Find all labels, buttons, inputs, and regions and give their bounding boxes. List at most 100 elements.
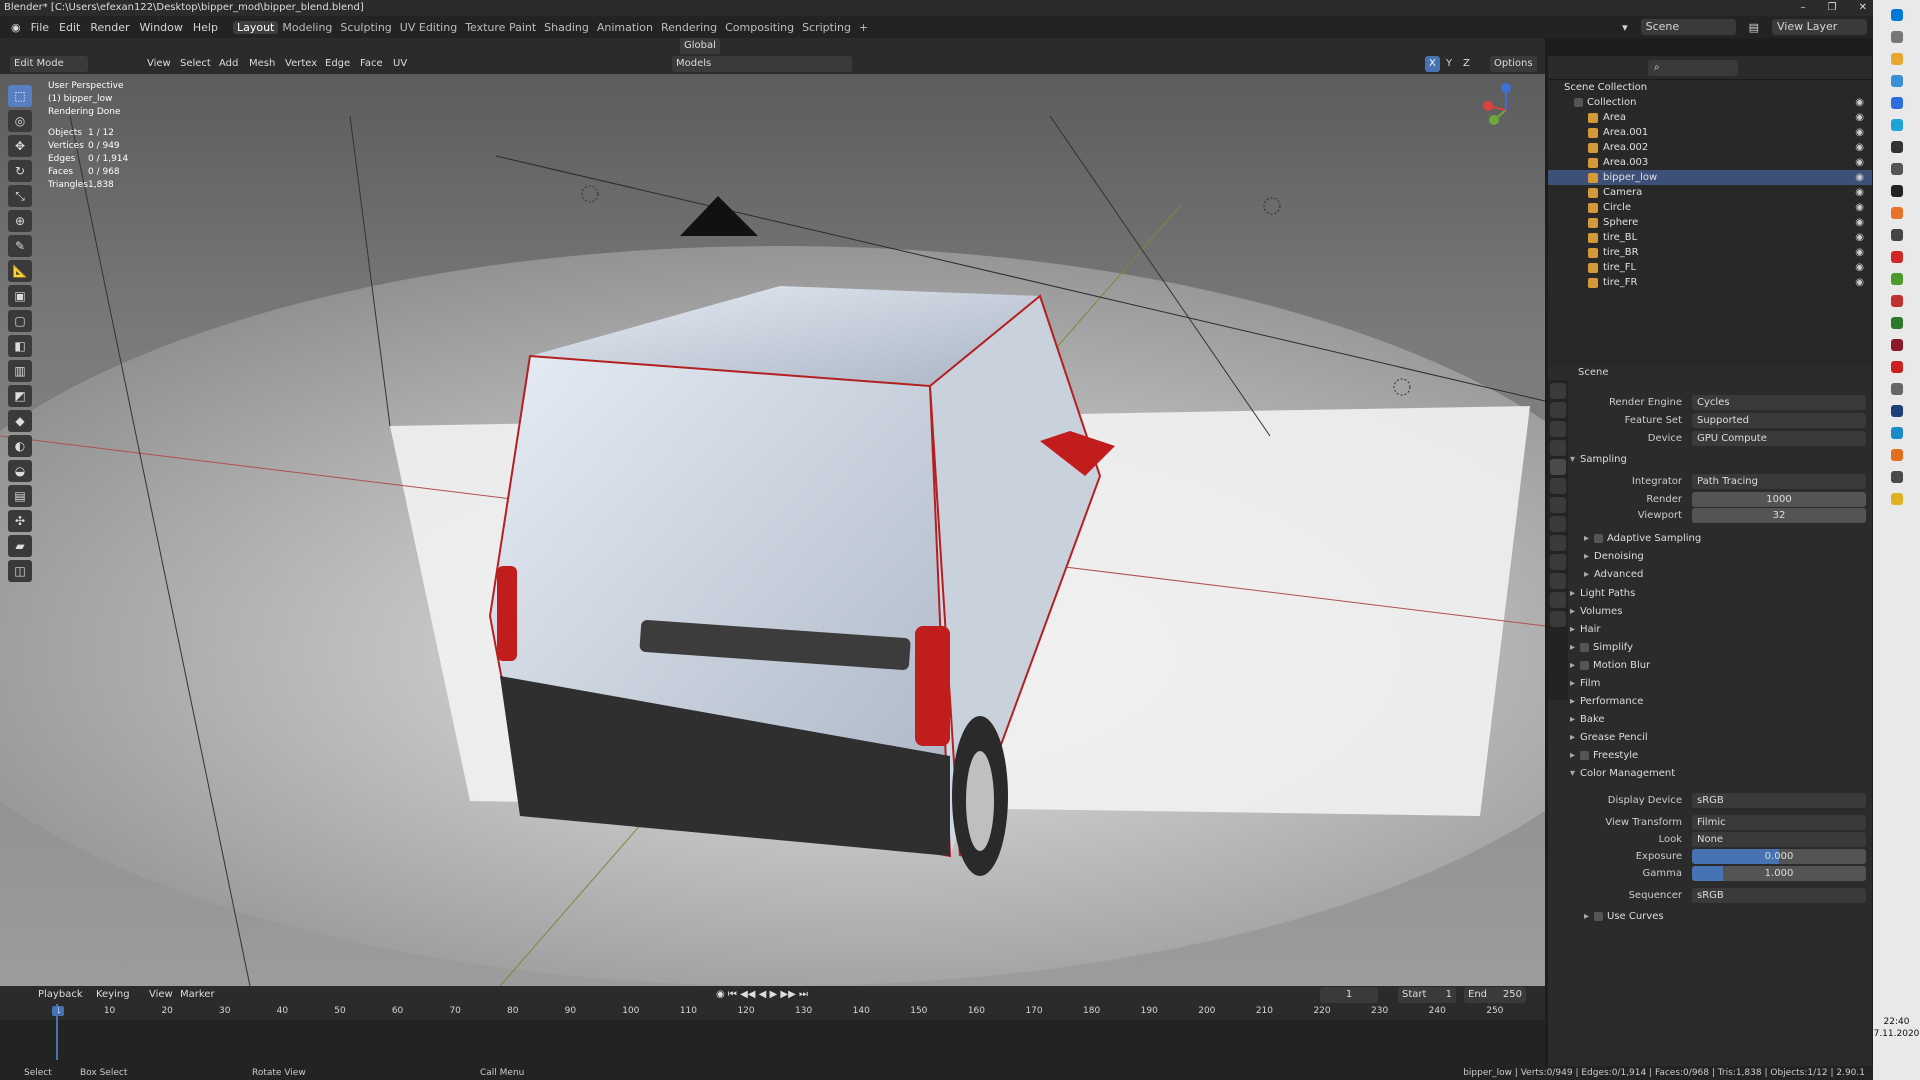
view-layer-tab-icon[interactable]	[1550, 440, 1566, 456]
cursor-tool-icon[interactable]: ◎	[8, 110, 32, 132]
poly-build-tool-icon[interactable]: ◆	[8, 410, 32, 432]
outliner-search-input[interactable]: ⌕	[1648, 60, 1738, 76]
outliner-item[interactable]: Circle ◉	[1548, 200, 1872, 215]
section-volumes[interactable]: ▸ Volumes	[1570, 604, 1866, 620]
loop-cut-tool-icon[interactable]: ▥	[8, 360, 32, 382]
menu-window[interactable]: Window	[135, 21, 188, 34]
tab-animation[interactable]: Animation	[593, 21, 657, 34]
outliner-item[interactable]: tire_BR ◉	[1548, 245, 1872, 260]
extrude-tool-icon[interactable]: ▣	[8, 285, 32, 307]
eye-icon[interactable]: ◉	[1855, 170, 1864, 185]
section-performance[interactable]: ▸ Performance	[1570, 694, 1866, 710]
inset-tool-icon[interactable]: ▢	[8, 310, 32, 332]
app-icon[interactable]	[1890, 163, 1903, 175]
outliner-scene-collection[interactable]: Scene Collection	[1548, 80, 1872, 95]
viewport-menu-face[interactable]: Face	[356, 56, 387, 72]
scene-tab-icon[interactable]	[1550, 459, 1566, 475]
move-tool-icon[interactable]: ✥	[8, 135, 32, 157]
eye-icon[interactable]: ◉	[1855, 200, 1864, 215]
search-icon[interactable]	[1890, 31, 1903, 43]
sequencer-dropdown[interactable]: sRGB	[1692, 887, 1866, 903]
use-curves-section[interactable]: ▸ Use Curves	[1570, 909, 1866, 925]
eye-icon[interactable]: ◉	[1855, 125, 1864, 140]
viewport-menu-view[interactable]: View	[143, 56, 175, 72]
section-color-management[interactable]: ▾ Color Management	[1570, 766, 1866, 782]
timeline-menu-marker[interactable]: Marker	[176, 987, 219, 1003]
viewport-menu-edge[interactable]: Edge	[321, 56, 354, 72]
collection-checkbox[interactable]	[1574, 98, 1583, 107]
timeline-menu-view[interactable]: View	[145, 987, 177, 1003]
blender-logo-icon[interactable]: ◉	[6, 21, 26, 34]
photoshop-icon[interactable]	[1890, 405, 1903, 417]
app-icon[interactable]	[1890, 471, 1903, 483]
app-icon[interactable]	[1890, 273, 1903, 285]
tab-layout[interactable]: Layout	[232, 20, 279, 34]
feature-set-dropdown[interactable]: Supported	[1692, 412, 1866, 428]
timeline-ruler[interactable]: 1102030405060708090100110120130140150160…	[0, 1004, 1545, 1020]
outliner-item[interactable]: Area.001 ◉	[1548, 125, 1872, 140]
outliner-item[interactable]: bipper_low ◉	[1548, 170, 1872, 185]
object-tab-icon[interactable]	[1550, 497, 1566, 513]
menu-file[interactable]: File	[26, 21, 54, 34]
section-checkbox[interactable]	[1580, 642, 1589, 652]
output-tab-icon[interactable]	[1550, 421, 1566, 437]
section-bake[interactable]: ▸ Bake	[1570, 712, 1866, 728]
app-icon[interactable]	[1890, 229, 1903, 241]
section-checkbox[interactable]	[1580, 660, 1589, 670]
viewport-menu-vertex[interactable]: Vertex	[281, 56, 321, 72]
options-dropdown[interactable]: Options	[1490, 56, 1537, 72]
measure-tool-icon[interactable]: 📐	[8, 260, 32, 282]
section-light-paths[interactable]: ▸ Light Paths	[1570, 586, 1866, 602]
app-icon[interactable]	[1890, 339, 1903, 351]
modifier-tab-icon[interactable]	[1550, 516, 1566, 532]
render-engine-dropdown[interactable]: Cycles	[1692, 394, 1866, 410]
section-checkbox[interactable]	[1580, 750, 1589, 760]
timeline-menu-keying[interactable]: Keying	[92, 987, 134, 1003]
constraints-tab-icon[interactable]	[1550, 573, 1566, 589]
viewport-samples-field[interactable]: 32	[1692, 507, 1866, 523]
section-grease-pencil[interactable]: ▸ Grease Pencil	[1570, 730, 1866, 746]
viewport-menu-uv[interactable]: UV	[389, 56, 411, 72]
system-clock[interactable]: 22:40 7.11.2020	[1873, 1016, 1920, 1040]
navigation-gizmo[interactable]	[1476, 80, 1536, 140]
menu-edit[interactable]: Edit	[54, 21, 85, 34]
app-icon[interactable]	[1890, 251, 1903, 263]
integrator-dropdown[interactable]: Path Tracing	[1692, 473, 1866, 489]
app-icon[interactable]	[1890, 97, 1903, 109]
shrink-tool-icon[interactable]: ✣	[8, 510, 32, 532]
outliner-item[interactable]: tire_FR ◉	[1548, 275, 1872, 290]
outliner-collection[interactable]: Collection ◉	[1548, 95, 1872, 110]
transform-tool-icon[interactable]: ⊕	[8, 210, 32, 232]
app-icon[interactable]	[1890, 295, 1903, 307]
eye-icon[interactable]: ◉	[1855, 140, 1864, 155]
rip-tool-icon[interactable]: ◫	[8, 560, 32, 582]
data-tab-icon[interactable]	[1550, 592, 1566, 608]
tab-scripting[interactable]: Scripting	[798, 21, 855, 34]
bevel-tool-icon[interactable]: ◧	[8, 335, 32, 357]
smooth-tool-icon[interactable]: ◒	[8, 460, 32, 482]
blender-icon[interactable]	[1890, 207, 1903, 219]
edge-slide-tool-icon[interactable]: ▤	[8, 485, 32, 507]
steam-icon[interactable]	[1890, 141, 1903, 153]
app-icon[interactable]	[1890, 383, 1903, 395]
tab-modeling[interactable]: Modeling	[278, 21, 336, 34]
axis-y-toggle[interactable]: Y	[1442, 56, 1456, 72]
app-icon[interactable]	[1890, 427, 1903, 439]
start-frame-field[interactable]: Start 1	[1398, 987, 1456, 1003]
look-dropdown[interactable]: None	[1692, 831, 1866, 847]
eye-icon[interactable]: ◉	[1855, 275, 1864, 290]
rotate-tool-icon[interactable]: ↻	[8, 160, 32, 182]
3d-viewport[interactable]	[0, 56, 1545, 986]
viewport-menu-add[interactable]: Add	[215, 56, 242, 72]
eye-icon[interactable]: ◉	[1855, 260, 1864, 275]
eye-icon[interactable]: ◉	[1855, 230, 1864, 245]
select-tool-icon[interactable]: ⬚	[8, 85, 32, 107]
tab-sculpting[interactable]: Sculpting	[336, 21, 395, 34]
close-icon[interactable]: ✕	[1859, 0, 1867, 16]
view-transform-dropdown[interactable]: Filmic	[1692, 814, 1866, 830]
outliner-item[interactable]: tire_BL ◉	[1548, 230, 1872, 245]
advanced-section[interactable]: ▸ Advanced	[1570, 567, 1866, 583]
section-hair[interactable]: ▸ Hair	[1570, 622, 1866, 638]
gamma-slider[interactable]: 1.000	[1692, 865, 1866, 881]
outliner-item[interactable]: Area.003 ◉	[1548, 155, 1872, 170]
